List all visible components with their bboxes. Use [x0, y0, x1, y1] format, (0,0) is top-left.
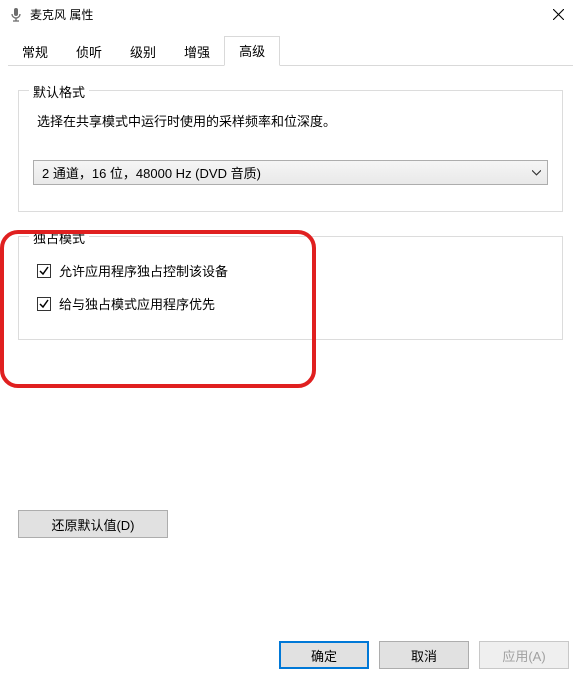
- tab-label: 级别: [130, 45, 156, 60]
- group-legend: 独占模式: [29, 228, 89, 247]
- tab-label: 常规: [22, 45, 48, 60]
- dialog-button-bar: 确定 取消 应用(A): [0, 631, 581, 679]
- checkbox-label: 允许应用程序独占控制该设备: [59, 261, 228, 280]
- checkbox-exclusive-priority[interactable]: 给与独占模式应用程序优先: [37, 294, 548, 313]
- close-button[interactable]: [535, 0, 581, 30]
- tab-enhance[interactable]: 增强: [170, 38, 224, 66]
- checkbox-icon: [37, 264, 51, 278]
- tab-label: 侦听: [76, 45, 102, 60]
- tab-label: 增强: [184, 45, 210, 60]
- apply-button[interactable]: 应用(A): [479, 641, 569, 669]
- window-title: 麦克风 属性: [30, 6, 535, 23]
- tab-listen[interactable]: 侦听: [62, 38, 116, 66]
- tab-levels[interactable]: 级别: [116, 38, 170, 66]
- cancel-button[interactable]: 取消: [379, 641, 469, 669]
- dropdown-value: 2 通道，16 位，48000 Hz (DVD 音质): [42, 163, 261, 182]
- tab-strip: 常规 侦听 级别 增强 高级: [0, 40, 581, 66]
- button-label: 还原默认值(D): [51, 515, 134, 534]
- restore-defaults-button[interactable]: 还原默认值(D): [18, 510, 168, 538]
- button-label: 应用(A): [502, 646, 545, 665]
- group-exclusive-mode: 独占模式 允许应用程序独占控制该设备 给与独占模式应用程序优先: [18, 236, 563, 340]
- tab-advanced[interactable]: 高级: [224, 36, 280, 66]
- group-legend: 默认格式: [29, 82, 89, 101]
- checkbox-label: 给与独占模式应用程序优先: [59, 294, 215, 313]
- titlebar: 麦克风 属性: [0, 0, 581, 30]
- tab-general[interactable]: 常规: [8, 38, 62, 66]
- tab-label: 高级: [239, 44, 265, 59]
- group-default-format: 默认格式 选择在共享模式中运行时使用的采样频率和位深度。 2 通道，16 位，4…: [18, 90, 563, 212]
- checkbox-allow-exclusive[interactable]: 允许应用程序独占控制该设备: [37, 261, 548, 280]
- tab-panel-advanced: 默认格式 选择在共享模式中运行时使用的采样频率和位深度。 2 通道，16 位，4…: [0, 66, 581, 340]
- sample-format-dropdown[interactable]: 2 通道，16 位，48000 Hz (DVD 音质): [33, 160, 548, 185]
- microphone-icon: [8, 7, 24, 23]
- chevron-down-icon: [532, 170, 541, 176]
- button-label: 取消: [411, 646, 437, 665]
- checkbox-icon: [37, 297, 51, 311]
- ok-button[interactable]: 确定: [279, 641, 369, 669]
- restore-area: 还原默认值(D): [0, 510, 581, 538]
- default-format-description: 选择在共享模式中运行时使用的采样频率和位深度。: [37, 111, 548, 130]
- button-label: 确定: [311, 646, 337, 665]
